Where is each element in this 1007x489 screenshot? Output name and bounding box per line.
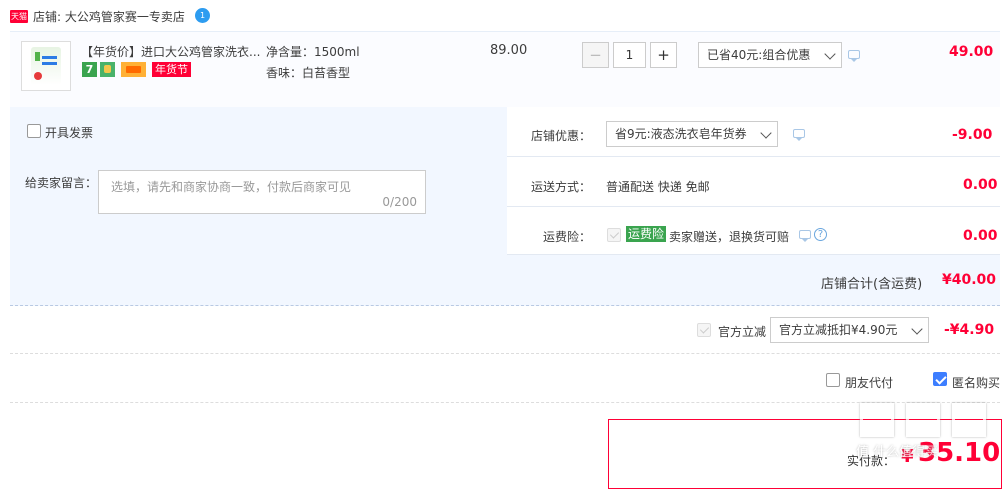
shipping-label: 运送方式： — [531, 180, 592, 194]
message-placeholder: 选填，请先和商家协商一致，付款后商家可见 — [111, 180, 352, 194]
official-discount-label: 官方立减 — [718, 325, 767, 339]
shop-rank-icon[interactable]: 1 — [195, 8, 210, 23]
shop-discount-value: 省9元:液态洗衣皂年货券 — [615, 127, 747, 141]
quantity-minus-button[interactable]: − — [582, 42, 609, 68]
official-discount-amount: -¥4.90 — [944, 322, 995, 338]
help-icon[interactable]: ? — [814, 228, 827, 241]
item-spec-volume: 净含量：1500ml — [266, 45, 360, 59]
official-discount-value: 官方立减抵扣¥4.90元 — [779, 323, 898, 337]
watermark-logo: 值 什么值得买 — [856, 403, 1001, 475]
tmall-badge: 天猫 — [10, 10, 28, 23]
unit-price: 89.00 — [490, 43, 528, 58]
insurance-label: 运费险： — [543, 230, 592, 244]
shop-discount-amount: -9.00 — [952, 127, 993, 143]
chevron-down-icon — [760, 127, 772, 139]
shop-total-amount: ¥40.00 — [942, 272, 997, 288]
anonymous-checkbox[interactable] — [933, 372, 947, 386]
shop-discount-label: 店铺优惠： — [531, 129, 592, 143]
insurance-checkbox — [607, 228, 621, 242]
friend-pay-checkbox[interactable] — [826, 373, 840, 387]
chat-icon[interactable] — [848, 50, 860, 62]
shop-name[interactable]: 店铺: 大公鸡管家赛一专卖店 — [33, 8, 185, 26]
item-thumbnail[interactable] — [21, 41, 71, 91]
insurance-amount: 0.00 — [963, 228, 998, 244]
shop-discount-select[interactable]: 省9元:液态洗衣皂年货券 — [606, 121, 778, 147]
quantity-stepper: − 1 + — [582, 42, 677, 68]
message-label: 给卖家留言： — [25, 176, 98, 190]
invoice-label[interactable]: 开具发票 — [45, 124, 93, 141]
message-textarea[interactable]: 选填，请先和商家协商一致，付款后商家可见 0/200 — [98, 170, 426, 214]
watermark-text: 值 什么值得买 — [856, 445, 939, 460]
item-title[interactable]: 【年货价】进口大公鸡管家洗衣... — [81, 43, 260, 60]
invoice-checkbox[interactable] — [27, 124, 41, 138]
chat-icon[interactable] — [793, 129, 805, 141]
shipping-value: 普通配送 快递 免邮 — [606, 180, 710, 194]
chevron-down-icon — [911, 323, 923, 335]
insurance-text: 卖家赠送，退换货可赔 — [669, 230, 790, 244]
item-subtotal: 49.00 — [949, 44, 994, 60]
card-pay-icon — [121, 62, 146, 77]
festival-tag: 年货节 — [152, 62, 191, 77]
chevron-down-icon — [824, 48, 836, 60]
shipping-amount: 0.00 — [963, 177, 998, 193]
official-discount-checkbox — [697, 323, 711, 337]
official-discount-select[interactable]: 官方立减抵扣¥4.90元 — [770, 317, 929, 343]
guarantee-icon — [100, 62, 115, 77]
quantity-plus-button[interactable]: + — [650, 42, 677, 68]
shop-total-label: 店铺合计(含运费) — [821, 277, 923, 292]
item-promo-value: 已省40元:组合优惠 — [707, 48, 811, 62]
insurance-badge: 运费险 — [626, 226, 667, 242]
seven-day-return-icon: 7 — [82, 62, 97, 77]
shop-rank-value: 1 — [199, 11, 206, 20]
item-spec-scent: 香味：白苔香型 — [266, 66, 351, 80]
chat-icon[interactable] — [799, 230, 811, 242]
friend-pay-label[interactable]: 朋友代付 — [845, 374, 893, 391]
message-counter: 0/200 — [382, 195, 417, 209]
anonymous-label[interactable]: 匿名购买 — [952, 374, 1000, 391]
quantity-input[interactable]: 1 — [613, 42, 646, 68]
item-promo-select[interactable]: 已省40元:组合优惠 — [698, 42, 842, 68]
